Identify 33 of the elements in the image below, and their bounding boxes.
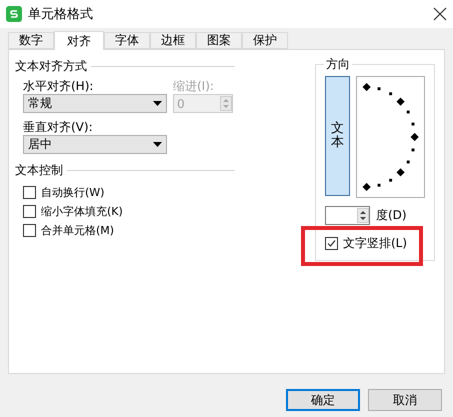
checkbox-label: 合并单元格(M) xyxy=(41,223,114,238)
checkbox-label: 自动换行(W) xyxy=(41,185,104,200)
section-title: 文本对齐方式 xyxy=(15,58,87,75)
dialog-button[interactable]: 取消 xyxy=(368,389,442,411)
section-title: 文本控制 xyxy=(15,162,63,179)
close-icon[interactable] xyxy=(433,7,447,21)
tab[interactable]: 保护 xyxy=(242,32,288,49)
degree-label: 度(D) xyxy=(376,207,407,224)
tab[interactable]: 字体 xyxy=(104,32,150,49)
tab[interactable]: 图案 xyxy=(196,32,242,49)
field-label: 垂直对齐(V): xyxy=(23,119,94,135)
tab[interactable]: 对齐 xyxy=(54,31,104,50)
dialog-button[interactable]: 确定 xyxy=(286,389,360,411)
angle-dial[interactable] xyxy=(356,76,425,198)
app-logo-icon xyxy=(6,6,22,22)
tab[interactable]: 数字 xyxy=(8,32,54,49)
degree-field[interactable] xyxy=(325,206,370,225)
checkbox[interactable] xyxy=(23,205,36,218)
vertical-align-select[interactable]: 居中 xyxy=(23,135,167,154)
horizontal-align-select[interactable]: 常规 xyxy=(23,94,167,113)
field-label: 水平对齐(H): xyxy=(23,78,94,94)
checkbox-label: 缩小字体填充(K) xyxy=(41,204,123,219)
spinner-arrows-icon[interactable] xyxy=(357,208,369,223)
window-title: 单元格格式 xyxy=(28,6,94,23)
vertical-text-button[interactable]: 文本 xyxy=(325,76,350,196)
caret-icon xyxy=(153,142,162,147)
checkbox[interactable] xyxy=(325,237,338,250)
field-label: 缩进(I): xyxy=(173,78,215,94)
tab[interactable]: 边框 xyxy=(150,32,196,49)
checkbox[interactable] xyxy=(23,224,36,237)
caret-icon xyxy=(153,101,162,106)
checkbox-label: 文字竖排(L) xyxy=(343,235,408,252)
checkbox[interactable] xyxy=(23,186,36,199)
